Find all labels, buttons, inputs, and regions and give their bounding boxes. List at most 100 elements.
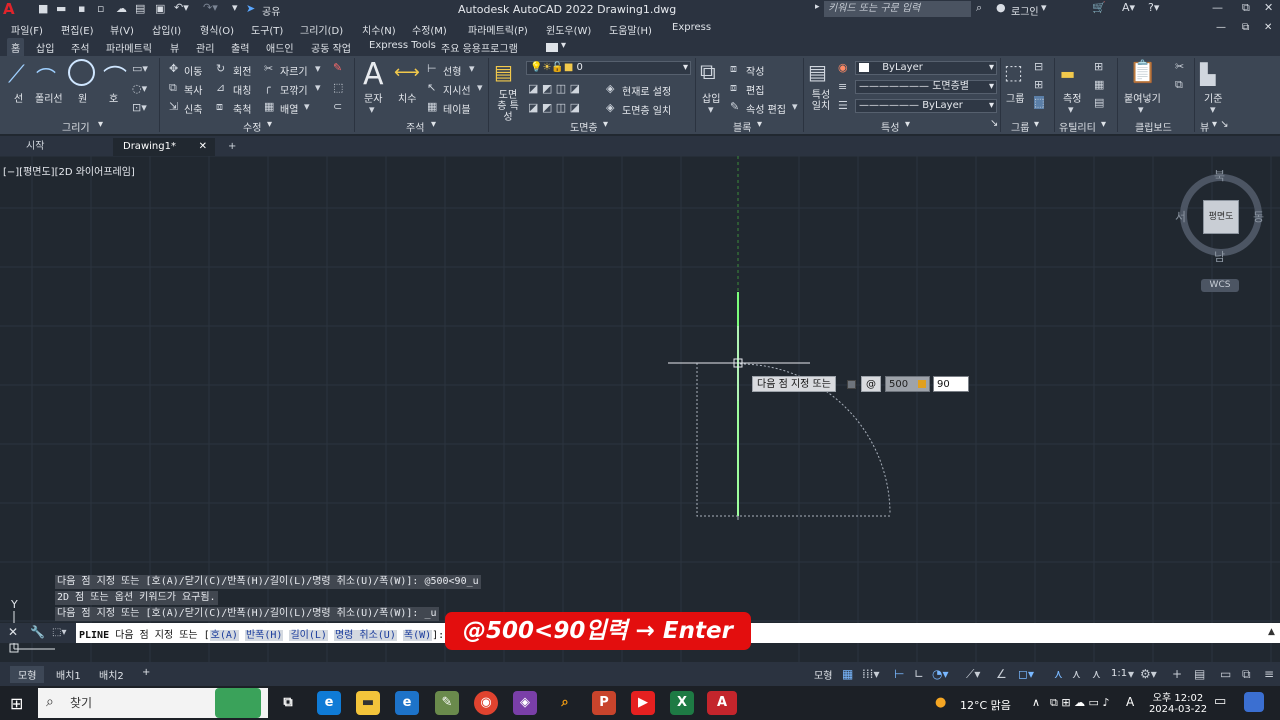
menu-tools[interactable]: 도구(T) (251, 22, 283, 37)
color-wheel-icon[interactable]: ◉ (838, 61, 848, 74)
save-as-icon[interactable]: ▫ (97, 2, 104, 15)
base-view-icon[interactable]: ▙ (1200, 62, 1215, 86)
viewcube-west[interactable]: 서 (1175, 208, 1186, 225)
match-layer-label[interactable]: 도면층 일치 (622, 102, 671, 117)
annotation-scale-dropdown-icon[interactable]: ▾ (1128, 667, 1134, 681)
option-arc[interactable]: 호(A) (209, 630, 239, 641)
menu-draw[interactable]: 그리기(D) (300, 22, 343, 37)
annotation-visibility-icon[interactable]: ⋏ (1054, 667, 1063, 681)
menu-edit[interactable]: 편집(E) (61, 22, 94, 37)
annotation-scale-icon[interactable]: ⋏ (1092, 667, 1101, 681)
clipboard-panel-title[interactable]: 클립보드 (1135, 119, 1172, 134)
erase-icon[interactable]: ✎ (333, 61, 342, 74)
annotation-scale-value[interactable]: 1:1 (1111, 668, 1127, 679)
windows-start-icon[interactable]: ⊞ (10, 694, 23, 713)
quick-select-icon[interactable]: ⊞ (1094, 60, 1103, 73)
edit-attribute-icon[interactable]: ✎ (730, 100, 739, 113)
grid-toggle-icon[interactable]: ▦ (842, 667, 853, 681)
autoscale-icon[interactable]: ⋏ (1072, 667, 1081, 681)
ie-browser-icon[interactable]: e (395, 691, 419, 715)
option-length[interactable]: 길이(L) (289, 630, 328, 641)
viewport-controls[interactable]: [−][평면도][2D 와이어프레임] (3, 163, 135, 178)
plot-icon[interactable]: ▣ (155, 2, 165, 15)
menu-minimize-icon[interactable]: — (1216, 22, 1226, 33)
menu-window[interactable]: 윈도우(W) (546, 22, 591, 37)
recent-commands-icon[interactable]: ⬚▾ (52, 627, 66, 638)
menu-insert[interactable]: 삽입(I) (152, 22, 181, 37)
option-undo[interactable]: 명령 취소(U) (333, 630, 397, 641)
annotation-panel-expand-icon[interactable]: ▾ (431, 119, 436, 130)
draw-panel-title[interactable]: 그리기 (62, 119, 90, 134)
layout-tab-model[interactable]: 모형 (10, 666, 45, 683)
layer-properties-label[interactable]: 도면층 특성 (495, 90, 521, 123)
move-label[interactable]: 이동 (184, 63, 202, 78)
redo-icon[interactable]: ↷▾ (203, 1, 218, 14)
share-label[interactable]: 공유 (262, 3, 280, 18)
file-tab-drawing1[interactable]: Drawing1* ✕ (113, 138, 215, 156)
match-properties-icon[interactable]: ▤ (808, 60, 827, 84)
leader-label[interactable]: 지시선 (443, 82, 471, 97)
circle-icon[interactable] (68, 59, 95, 86)
user-icon[interactable]: ● (996, 1, 1006, 14)
view-panel-title[interactable]: 뷰 (1200, 119, 1209, 134)
leader-dropdown-icon[interactable]: ▾ (477, 81, 483, 94)
menu-modify[interactable]: 수정(M) (412, 22, 447, 37)
table-icon[interactable]: ▦ (427, 100, 437, 113)
dynamic-input-angle-field[interactable]: 90 (933, 376, 969, 392)
object-snap-tracking-icon[interactable]: ∠ (996, 667, 1007, 681)
app-icon-purple[interactable]: ◈ (513, 691, 537, 715)
edit-block-icon[interactable]: ⧈ (730, 81, 737, 95)
stretch-icon[interactable]: ⇲ (169, 100, 178, 113)
ribbon-options-icon[interactable]: ▾ (561, 40, 566, 51)
match-properties-label[interactable]: 특성 일치 (811, 90, 831, 112)
explode-icon[interactable]: ⬚ (333, 81, 343, 94)
group-icon[interactable]: ⬚ (1004, 60, 1023, 84)
tray-apps-icon[interactable]: ⧉ ⊞ ☁ ▭ ♪ (1050, 696, 1109, 710)
task-view-icon[interactable]: ⧉ (276, 691, 300, 715)
lineweight-dropdown[interactable]: —————— ByLayer ▾ (855, 99, 997, 113)
linetype-dropdown[interactable]: ——————— 도면층별 ▾ (855, 80, 997, 94)
customize-statusbar-icon[interactable]: ≡ (1264, 667, 1274, 681)
layers-panel-expand-icon[interactable]: ▾ (603, 119, 608, 130)
modify-panel-expand-icon[interactable]: ▾ (267, 119, 272, 130)
cloud-icon[interactable]: ☁ (116, 2, 127, 15)
tab-parametric[interactable]: 파라메트릭 (106, 40, 152, 55)
copy-icon[interactable]: ⧉ (169, 81, 177, 95)
option-halfwidth[interactable]: 반폭(H) (244, 630, 284, 641)
dimension-label[interactable]: 치수 (398, 90, 416, 105)
youtube-icon[interactable]: ▶ (631, 691, 655, 715)
save-icon[interactable]: ▪ (78, 2, 85, 15)
scale-label[interactable]: 축척 (233, 101, 251, 116)
block-panel-expand-icon[interactable]: ▾ (757, 119, 762, 130)
rotate-label[interactable]: 회전 (233, 63, 251, 78)
object-snap-icon[interactable]: ◻▾ (1018, 667, 1034, 681)
menu-dimension[interactable]: 치수(N) (362, 22, 396, 37)
dimension-icon[interactable]: ⟷ (394, 62, 420, 83)
ribbon-minimize-icon[interactable] (546, 43, 558, 52)
linetype-icon[interactable]: ≡ (838, 80, 847, 93)
customize-qat-icon[interactable]: ▾ (232, 1, 238, 14)
restore-icon[interactable]: ⧉ (1242, 1, 1250, 15)
groups-panel-expand-icon[interactable]: ▾ (1034, 119, 1039, 130)
line-icon[interactable]: ⟋ (8, 60, 25, 88)
create-block-label[interactable]: 작성 (746, 63, 764, 78)
annotation-monitor-icon[interactable]: + (1172, 667, 1182, 681)
modify-panel-title[interactable]: 수정 (243, 119, 261, 134)
search-input[interactable]: 키워드 또는 구문 입력 (824, 1, 971, 17)
ortho-icon[interactable]: ⊢ (894, 667, 904, 681)
block-panel-title[interactable]: 블록 (733, 119, 751, 134)
login-label[interactable]: 로그인 (1011, 3, 1039, 18)
viewcube-east[interactable]: 동 (1253, 208, 1264, 225)
menu-express[interactable]: Express (672, 22, 711, 33)
table-label[interactable]: 테이블 (443, 101, 471, 116)
tab-annotate[interactable]: 주석 (71, 40, 89, 55)
dynamic-input-options-icon[interactable] (847, 380, 856, 389)
text-icon[interactable]: A (363, 60, 384, 90)
add-layout-icon[interactable]: + (134, 666, 158, 679)
trim-icon[interactable]: ✂ (264, 62, 273, 75)
fillet-icon[interactable]: ╭ (264, 81, 271, 94)
minimize-icon[interactable]: — (1212, 1, 1223, 14)
layout-tab-layout2[interactable]: 배치2 (91, 666, 132, 683)
base-view-dropdown-icon[interactable]: ▾ (1210, 103, 1216, 116)
search-highlight-image[interactable] (215, 688, 261, 718)
